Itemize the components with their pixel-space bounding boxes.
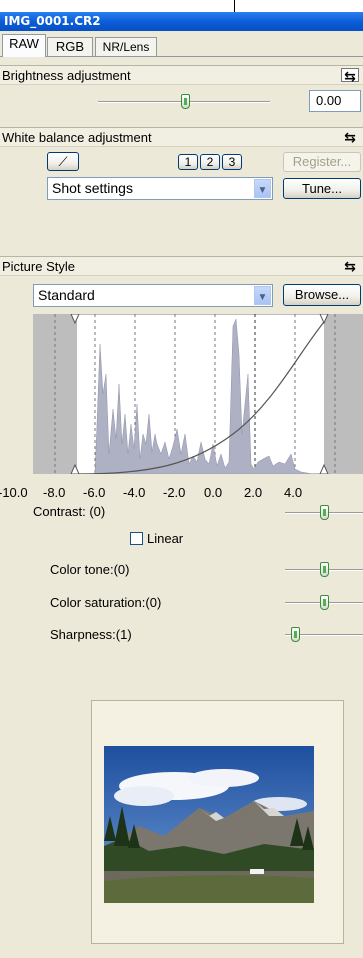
wb-preset-3-button[interactable]: 3 — [222, 154, 242, 170]
register-button[interactable]: Register... — [283, 152, 361, 172]
chevron-down-icon[interactable]: ▼ — [254, 179, 271, 198]
white-balance-section-header: White balance adjustment ⇆ — [0, 127, 363, 147]
contrast-label: Contrast: (0) — [33, 504, 106, 519]
browse-button[interactable]: Browse... — [283, 284, 361, 306]
brightness-slider-thumb[interactable] — [181, 94, 190, 109]
tick-label: 4.0 — [284, 485, 303, 500]
brightness-title: Brightness adjustment — [2, 68, 131, 83]
eyedropper-button[interactable]: ⟋ — [47, 152, 79, 171]
white-balance-select[interactable]: Shot settings ▼ — [47, 177, 273, 200]
tick-label: 0.0 — [204, 485, 223, 500]
color-saturation-label: Color saturation:(0) — [50, 595, 162, 610]
color-tone-slider-thumb[interactable] — [320, 562, 329, 577]
linear-checkbox[interactable] — [130, 532, 143, 545]
picture-style-selected: Standard — [38, 287, 95, 303]
eyedropper-icon: ⟋ — [58, 154, 68, 169]
raw-tool-palette: IMG_0001.CR2 RAW RGB NR/Lens Brightness … — [0, 12, 363, 958]
brightness-section-header: Brightness adjustment ⇆ — [0, 65, 363, 85]
top-edge-marker — [234, 0, 235, 12]
tone-curve-histogram[interactable] — [33, 314, 363, 474]
tick-label: -6.0 — [83, 485, 106, 500]
color-saturation-slider-thumb[interactable] — [320, 595, 329, 610]
tick-label: 2.0 — [244, 485, 263, 500]
tick-label: -2.0 — [163, 485, 186, 500]
tab-nr-lens[interactable]: NR/Lens — [95, 37, 157, 56]
wb-preset-1-button[interactable]: 1 — [178, 154, 198, 170]
wb-preset-2-button[interactable]: 2 — [200, 154, 220, 170]
preview-image — [104, 746, 314, 903]
tab-rgb[interactable]: RGB — [47, 37, 93, 56]
picture-style-section-header: Picture Style ⇆ — [0, 256, 363, 276]
collapse-icon[interactable]: ⇆ — [341, 68, 359, 83]
sharpness-label: Sharpness:(1) — [50, 627, 132, 642]
tick-label: -4.0 — [123, 485, 146, 500]
brightness-value-field[interactable]: 0.00 — [309, 90, 361, 112]
chevron-down-icon[interactable]: ▼ — [254, 286, 271, 305]
white-balance-selected: Shot settings — [52, 180, 133, 196]
sharpness-slider-thumb[interactable] — [291, 627, 300, 642]
tune-button[interactable]: Tune... — [283, 178, 361, 199]
collapse-icon[interactable]: ⇆ — [341, 259, 359, 273]
color-tone-label: Color tone:(0) — [50, 562, 130, 577]
white-balance-title: White balance adjustment — [2, 130, 152, 145]
raw-tab-panel: Brightness adjustment ⇆ 0.00 White balan… — [0, 56, 363, 958]
picture-style-title: Picture Style — [2, 259, 75, 274]
tick-label: -10.0 — [0, 485, 28, 500]
linear-label: Linear — [147, 531, 184, 546]
picture-style-preview — [91, 700, 344, 944]
tick-label: -8.0 — [43, 485, 66, 500]
picture-style-select[interactable]: Standard ▼ — [33, 284, 273, 307]
collapse-icon[interactable]: ⇆ — [341, 130, 359, 144]
right-clip-region — [324, 314, 363, 474]
window-title: IMG_0001.CR2 — [0, 12, 363, 31]
contrast-slider-thumb[interactable] — [320, 505, 329, 520]
tab-raw[interactable]: RAW — [2, 34, 46, 57]
